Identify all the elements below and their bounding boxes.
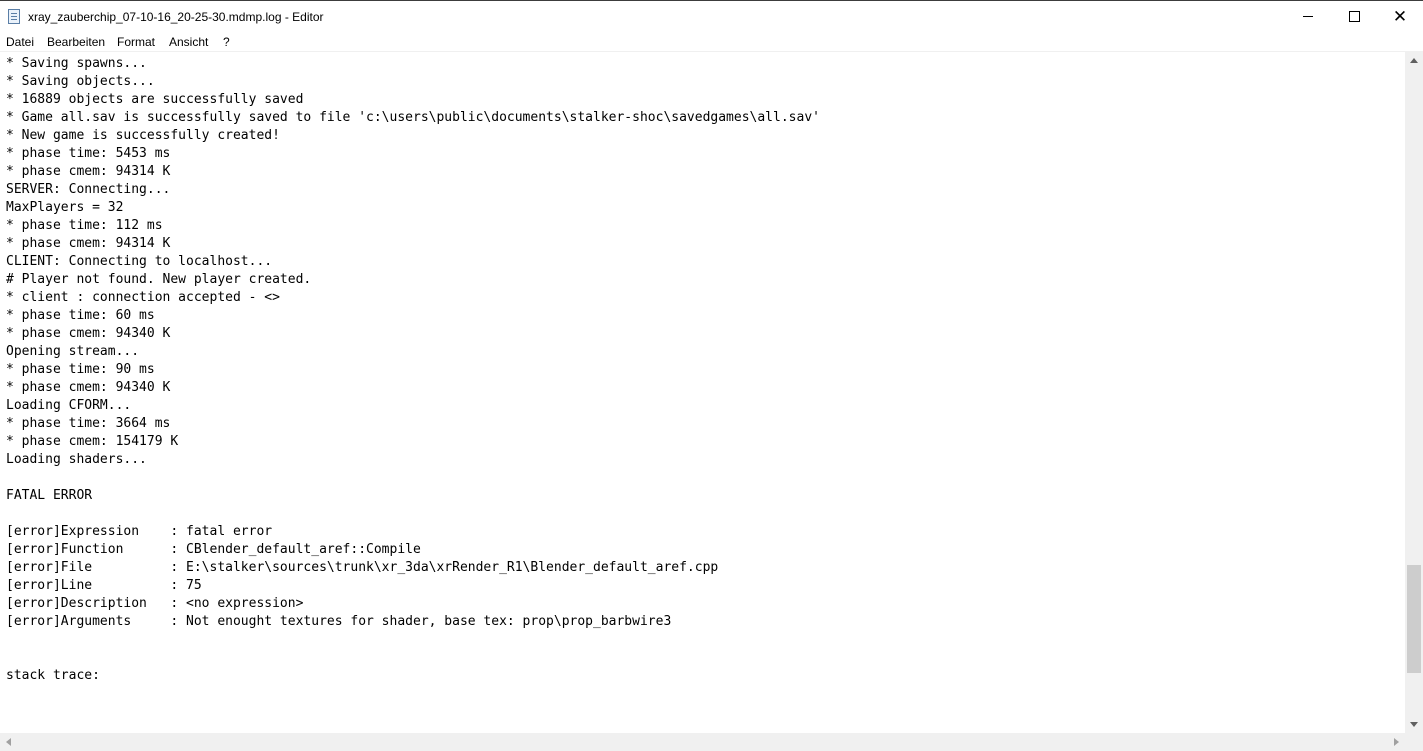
scroll-down-button[interactable] bbox=[1405, 716, 1423, 733]
log-line: * Saving objects... bbox=[6, 74, 155, 89]
maximize-button[interactable] bbox=[1331, 1, 1377, 32]
log-line: [error]File : E:\stalker\sources\trunk\x… bbox=[6, 560, 719, 575]
minimize-button[interactable] bbox=[1285, 1, 1331, 32]
log-line: * Saving spawns... bbox=[6, 56, 147, 71]
log-line: MaxPlayers = 32 bbox=[6, 200, 124, 215]
notepad-icon bbox=[8, 9, 20, 24]
log-line: SERVER: Connecting... bbox=[6, 182, 171, 197]
title-bar[interactable]: xray_zauberchip_07-10-16_20-25-30.mdmp.l… bbox=[0, 1, 1423, 32]
log-line: Loading shaders... bbox=[6, 452, 147, 467]
log-line: * 16889 objects are successfully saved bbox=[6, 92, 304, 107]
log-line: * phase cmem: 94314 K bbox=[6, 164, 171, 179]
menu-datei[interactable]: Datei bbox=[6, 35, 34, 49]
log-line: * Game all.sav is successfully saved to … bbox=[6, 110, 820, 125]
log-line: Loading CFORM... bbox=[6, 398, 132, 413]
window-title: xray_zauberchip_07-10-16_20-25-30.mdmp.l… bbox=[28, 10, 324, 24]
close-button[interactable]: ✕ bbox=[1377, 1, 1423, 32]
log-line: * phase cmem: 94340 K bbox=[6, 380, 171, 395]
log-line: CLIENT: Connecting to localhost... bbox=[6, 254, 273, 269]
scroll-up-button[interactable] bbox=[1405, 52, 1423, 69]
log-line: * phase time: 3664 ms bbox=[6, 416, 171, 431]
menu-bearbeiten[interactable]: Bearbeiten bbox=[47, 35, 105, 49]
vertical-scrollbar[interactable] bbox=[1405, 52, 1423, 733]
menu-bar: Datei Bearbeiten Format Ansicht ? bbox=[0, 32, 1423, 52]
log-line: [error]Arguments : Not enought textures … bbox=[6, 614, 672, 629]
menu-help[interactable]: ? bbox=[223, 35, 230, 49]
menu-ansicht[interactable]: Ansicht bbox=[169, 35, 208, 49]
chevron-up-icon bbox=[1410, 58, 1418, 63]
log-line: [error]Line : 75 bbox=[6, 578, 202, 593]
log-line: # Player not found. New player created. bbox=[6, 272, 312, 287]
log-line: * phase cmem: 94314 K bbox=[6, 236, 171, 251]
log-line: [error]Description : <no expression> bbox=[6, 596, 304, 611]
scroll-right-button[interactable] bbox=[1388, 733, 1405, 751]
log-line: stack trace: bbox=[6, 668, 100, 683]
log-line: * phase time: 60 ms bbox=[6, 308, 155, 323]
log-line: [error]Expression : fatal error bbox=[6, 524, 273, 539]
menu-format[interactable]: Format bbox=[117, 35, 155, 49]
log-line: [error]Function : CBlender_default_aref:… bbox=[6, 542, 421, 557]
log-line: FATAL ERROR bbox=[6, 488, 93, 503]
log-line: * phase time: 112 ms bbox=[6, 218, 163, 233]
chevron-left-icon bbox=[6, 738, 11, 746]
scroll-left-button[interactable] bbox=[0, 733, 17, 751]
chevron-right-icon bbox=[1394, 738, 1399, 746]
log-line: * phase time: 5453 ms bbox=[6, 146, 171, 161]
minimize-icon bbox=[1303, 16, 1313, 17]
log-line: * New game is successfully created! bbox=[6, 128, 280, 143]
close-icon: ✕ bbox=[1392, 6, 1408, 27]
log-text: * Saving spawns... * Saving objects... * 1… bbox=[6, 55, 820, 685]
horizontal-scrollbar[interactable] bbox=[0, 733, 1405, 751]
scrollbar-corner bbox=[1405, 733, 1423, 751]
log-line: Opening stream... bbox=[6, 344, 140, 359]
chevron-down-icon bbox=[1410, 722, 1418, 727]
text-editor-area[interactable]: * Saving spawns... * Saving objects... * 1… bbox=[0, 52, 1405, 733]
maximize-icon bbox=[1348, 11, 1360, 22]
log-line: * phase cmem: 154179 K bbox=[6, 434, 179, 449]
log-line: * phase cmem: 94340 K bbox=[6, 326, 171, 341]
vertical-scroll-thumb[interactable] bbox=[1407, 565, 1421, 673]
log-line: * client : connection accepted - <> bbox=[6, 290, 280, 305]
log-line: * phase time: 90 ms bbox=[6, 362, 155, 377]
